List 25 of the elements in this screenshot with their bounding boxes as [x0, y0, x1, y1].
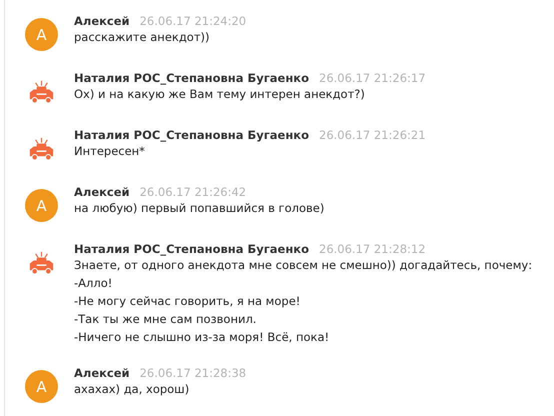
- avatar: А: [25, 370, 58, 403]
- author-name: Алексей: [74, 185, 130, 199]
- avatar: А: [25, 18, 58, 51]
- timestamp: 26.06.17 21:28:12: [319, 242, 426, 256]
- author-name: Наталия РОС_Степановна Бугаенко: [74, 71, 309, 85]
- message-text: Ох) и на какую же Вам тему интерен анекдот?): [74, 86, 366, 103]
- message-text: расскажите анекдот)): [74, 29, 210, 46]
- timestamp: 26.06.17 21:28:38: [140, 366, 246, 380]
- author-name: Наталия РОС_Степановна Бугаенко: [74, 128, 309, 142]
- message-text: Интересен*: [74, 143, 146, 160]
- message-text: -Так ты же мне сам позвонил.: [74, 311, 258, 328]
- message-text: -Алло!: [74, 275, 114, 292]
- message-text: ахахах) да, хорош): [74, 381, 190, 398]
- message-text: на любую) первый попавшийся в голове): [74, 200, 324, 217]
- message-text: -Не могу сейчас говорить, я на море!: [74, 293, 302, 310]
- timestamp: 26.06.17 21:26:21: [319, 128, 426, 142]
- timestamp: 26.06.17 21:26:42: [140, 185, 246, 199]
- message-text: -Ничего не слышно из-за моря! Всё, пока!: [74, 329, 330, 346]
- author-name: Алексей: [74, 366, 130, 380]
- message-text: Знаете, от одного анекдота мне совсем не смешно)) догадайтесь, почему:: [74, 257, 532, 274]
- avatar: А: [25, 189, 58, 222]
- author-name: Наталия РОС_Степановна Бугаенко: [74, 242, 309, 256]
- timestamp: 26.06.17 21:26:17: [319, 71, 426, 85]
- timestamp: 26.06.17 21:24:20: [140, 14, 246, 28]
- author-name: Алексей: [74, 14, 130, 28]
